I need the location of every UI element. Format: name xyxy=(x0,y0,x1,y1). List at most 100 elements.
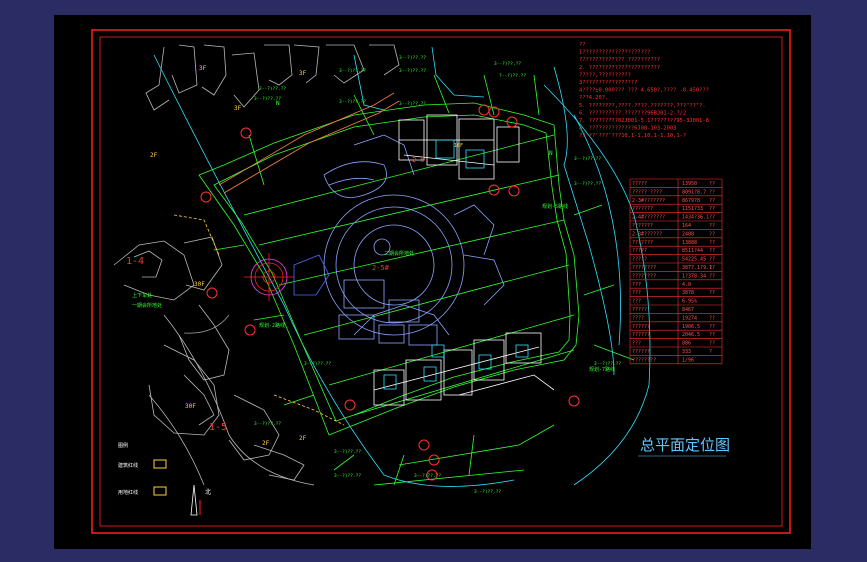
svg-text:3--?)??.??: 3--?)??.?? xyxy=(399,68,426,74)
table-cell-unit: ?? xyxy=(709,341,715,347)
note-line: 7. ?????????02J001-5 1????????95-3J001-8 xyxy=(579,118,709,124)
table-cell-unit: ?? xyxy=(709,198,715,204)
table-cell-label: ??? xyxy=(632,282,641,288)
svg-text:3--?)??.??: 3--?)??.?? xyxy=(339,99,366,105)
note-line: 2. ?????????????????????? xyxy=(579,65,660,71)
legend-swatch-site xyxy=(153,486,167,496)
label-north-b: N xyxy=(549,150,553,157)
svg-text:3--?)??.??: 3--?)??.?? xyxy=(259,86,286,92)
site-plan-drawing: 3--?)??.?? 3--?)??.?? 3--?)??.?? 3--?)??… xyxy=(91,29,791,534)
table-cell-unit: ?? xyxy=(709,324,715,330)
svg-text:3--?)??.??: 3--?)??.?? xyxy=(304,361,331,367)
table-cell-label: 2-3#??????? xyxy=(632,198,665,204)
north-arrow-icon xyxy=(190,484,198,516)
table-cell-label: ?????? xyxy=(632,332,650,338)
table-cell-label: 2-4#??????? xyxy=(632,215,665,221)
svg-text:3--?)??.??: 3--?)??.?? xyxy=(254,421,281,427)
table-cell-unit: ?? xyxy=(709,189,715,195)
table-cell-label: ???????? xyxy=(632,273,656,279)
note-line: 8. ??????????????6J08-103-2003 xyxy=(579,126,676,132)
svg-text:3--?)??.??: 3--?)??.?? xyxy=(494,61,521,67)
table-cell-label: ??? xyxy=(632,341,641,347)
svg-text:3--?)??.??: 3--?)??.?? xyxy=(574,181,601,187)
svg-text:3--?)??.??: 3--?)??.?? xyxy=(334,473,361,479)
legend-swatch-building xyxy=(153,459,167,469)
table-cell-value: 1434?36.1 xyxy=(682,215,709,221)
label-2f-b: 2F xyxy=(299,435,307,442)
table-cell-value: 8091?8.7 xyxy=(682,189,706,195)
table-cell-label: ????? xyxy=(632,181,647,187)
table-cell-value: 1151?33 xyxy=(682,206,703,212)
note-line: ?????????????? ?????????? xyxy=(579,57,660,63)
table-cell-value: 8511?44 xyxy=(682,248,703,254)
table-cell-label: ????? xyxy=(632,248,647,254)
table-cell-label: ???????? xyxy=(632,357,656,363)
label-road-c: 规划-7路线 xyxy=(589,366,615,373)
table-cell-label: ??? xyxy=(632,290,641,296)
table-cell-label: ????? xyxy=(632,257,647,263)
table-cell-value: 1906.5 xyxy=(682,324,700,330)
svg-text:3--?)??.??: 3--?)??.?? xyxy=(399,55,426,61)
table-cell-unit: ? xyxy=(709,349,712,355)
svg-text:3--?)??.??: 3--?)??.?? xyxy=(339,68,366,74)
table-cell-label: ????? ???? xyxy=(632,189,662,195)
table-cell-unit: ?? xyxy=(709,223,715,229)
note-line: ?? xyxy=(579,42,586,48)
table-cell-unit: ?? xyxy=(709,273,715,279)
table-cell-unit: ?? xyxy=(709,240,715,246)
label-30f-a: 30F xyxy=(194,281,205,288)
table-cell-label: ????? xyxy=(632,307,647,313)
table-cell-value: 2046.5 xyxy=(682,332,700,338)
table-cell-label: ???? xyxy=(632,315,644,321)
table-cell-unit: ?? xyxy=(709,265,715,271)
table-cell-value: 8467 xyxy=(682,307,694,313)
table-cell-label: ??? xyxy=(632,299,641,305)
table-cell-label: 2-3#?????? xyxy=(632,231,662,237)
table-cell-value: 2408 xyxy=(682,231,694,237)
drawing-canvas[interactable]: 3--?)??.?? 3--?)??.?? 3--?)??.?? 3--?)??… xyxy=(54,15,811,549)
table-cell-value: 1/96 xyxy=(682,357,694,363)
note-line: 4????±0.000??? ??? 4.650?,???? -0.450??? xyxy=(579,88,709,94)
table-cell-unit: ?? xyxy=(709,290,715,296)
table-cell-unit: ?? xyxy=(709,181,715,187)
label-3f-c: 3F xyxy=(299,70,307,77)
table-cell-label: ??????? xyxy=(632,240,653,246)
label-north-a: N xyxy=(276,100,280,107)
label-16f: 16F xyxy=(454,143,463,149)
table-cell-unit: ?? xyxy=(709,257,715,263)
label-2f-c: 2F xyxy=(150,152,158,159)
table-cell-value: 164 xyxy=(682,223,691,229)
table-cell-value: 3877.1?9.1 xyxy=(682,265,712,271)
table-cell-unit: ?? xyxy=(709,248,715,254)
table-cell-value: 1?378.34 xyxy=(682,273,706,279)
note-line: ?????,?????????? xyxy=(579,72,631,78)
table-cell-value: 13888 xyxy=(682,240,697,246)
statistics-table: ????? 13950??????? ???? 8091?8.7 ??2-3#????… xyxy=(629,178,723,365)
note-line: ??'??'???'???10,1-1,10,1-1,10,1-? xyxy=(579,133,686,139)
table-cell-value: 3878 xyxy=(682,290,694,296)
note-line: 1????????????????????? xyxy=(579,50,650,56)
table-cell-unit: ?? xyxy=(709,206,715,212)
table-cell-value: 54225.45 xyxy=(682,257,706,263)
label-block-1-5: 1-5 xyxy=(209,422,227,433)
svg-text:3--?)??.??: 3--?)??.?? xyxy=(574,156,601,162)
label-garage: 二期会所地处 xyxy=(384,250,414,257)
label-3f-b: 3F xyxy=(234,105,242,112)
label-3f-a: 3F xyxy=(199,65,207,72)
table-cell-unit: ?? xyxy=(709,315,715,321)
table-cell-label: ??????? xyxy=(632,206,653,212)
legend-site-line: 用地红线 xyxy=(118,489,138,496)
label-road-b: 规划-5路线 xyxy=(542,203,568,210)
label-block-2-5a: 2-5# xyxy=(372,264,390,272)
svg-text:?--?)??.??: ?--?)??.?? xyxy=(499,73,526,79)
svg-text:3--?)??.??: 3--?)??.?? xyxy=(399,101,426,107)
svg-text:3--?)??.??: 3--?)??.?? xyxy=(414,473,441,479)
legend-title: 图例 xyxy=(118,442,128,449)
label-road-a: 规划-2路线 xyxy=(259,322,285,329)
table-cell-value: 8679?8 xyxy=(682,198,700,204)
table-cell-unit: ?? xyxy=(709,231,715,237)
table-cell-label: ?????? xyxy=(632,349,650,355)
label-subway: 上下车处 xyxy=(132,292,152,299)
label-30f-b: 30F xyxy=(185,403,196,410)
table-cell-unit: ?? xyxy=(709,332,715,338)
